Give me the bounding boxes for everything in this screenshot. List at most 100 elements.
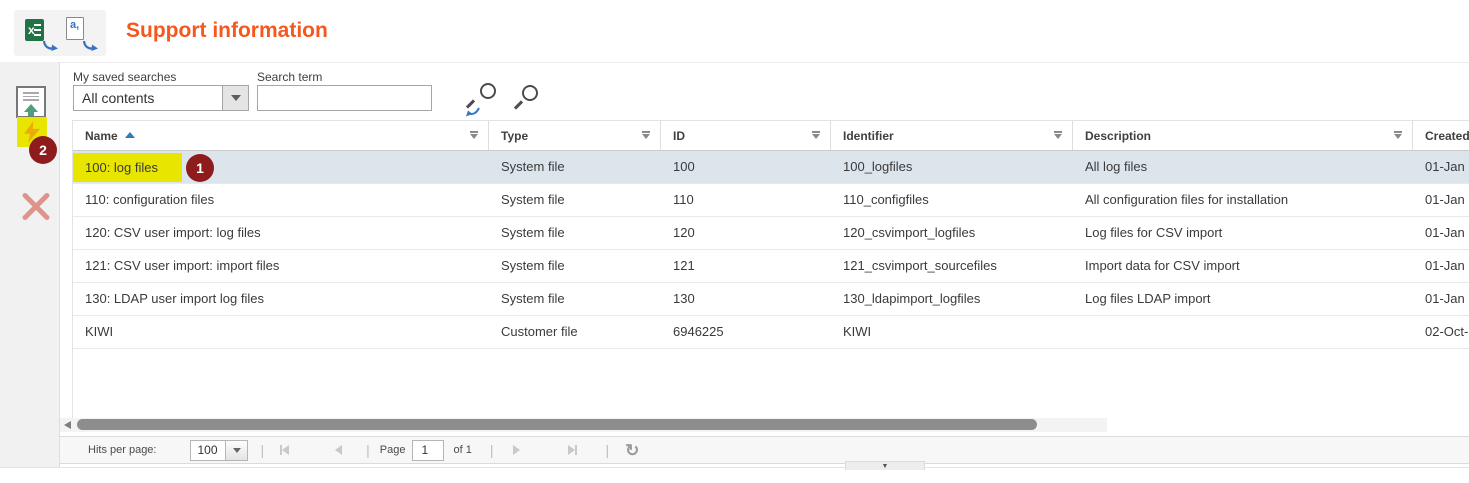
panel-collapse-handle[interactable]: ▼ <box>845 461 925 470</box>
cell-created: 01-Jan <box>1413 250 1469 282</box>
cell-id: 121 <box>661 250 831 282</box>
cell-type: Customer file <box>489 316 661 348</box>
column-header-name[interactable]: Name <box>73 121 489 150</box>
export-toolbar: x a, <box>14 10 106 56</box>
cell-identifier: 120_csvimport_logfiles <box>831 217 1073 249</box>
column-label: Name <box>85 129 118 143</box>
column-label: Identifier <box>843 129 894 143</box>
saved-searches-label: My saved searches <box>73 70 176 84</box>
cell-created: 01-Jan <box>1413 217 1469 249</box>
previous-page-button[interactable] <box>335 445 342 455</box>
cell-name: 120: CSV user import: log files <box>73 217 489 249</box>
separator: | <box>366 442 370 458</box>
annotation-badge-2: 2 <box>29 136 57 164</box>
column-menu-icon[interactable] <box>642 134 650 139</box>
cell-id: 100 <box>661 151 831 183</box>
export-excel-button[interactable]: x <box>25 17 55 49</box>
table-row[interactable]: 100: log filesSystem file100100_logfiles… <box>73 151 1469 184</box>
scrollbar-thumb[interactable] <box>77 419 1037 430</box>
horizontal-scrollbar[interactable] <box>60 418 1107 432</box>
scroll-left-arrow-icon[interactable] <box>64 421 71 429</box>
search-icon <box>522 85 538 101</box>
separator: | <box>490 442 494 458</box>
table-row[interactable]: 121: CSV user import: import filesSystem… <box>73 250 1469 283</box>
page-number-input[interactable] <box>412 440 444 461</box>
hits-per-page-dropdown-button[interactable] <box>226 440 248 461</box>
column-header-type[interactable]: Type <box>489 121 661 150</box>
refresh-button[interactable]: ↻ <box>625 442 639 459</box>
column-header-description[interactable]: Description <box>1073 121 1413 150</box>
saved-searches-dropdown-button[interactable] <box>223 85 249 111</box>
table-row[interactable]: 110: configuration filesSystem file11011… <box>73 184 1469 217</box>
cell-description: Log files LDAP import <box>1073 283 1413 315</box>
paging-toolbar: Hits per page: | | Page of 1 | | ↻ <box>60 436 1469 464</box>
export-arrow-icon <box>43 40 58 51</box>
cell-created: 01-Jan <box>1413 283 1469 315</box>
first-page-button[interactable] <box>280 445 289 455</box>
export-csv-button[interactable]: a, <box>65 17 95 49</box>
cell-name: 100: log files <box>73 151 489 183</box>
column-menu-icon[interactable] <box>1394 134 1402 139</box>
column-header-identifier[interactable]: Identifier <box>831 121 1073 150</box>
excel-icon: x <box>25 19 44 41</box>
last-page-button[interactable] <box>568 445 577 455</box>
hits-per-page-combo <box>190 440 248 461</box>
first-page-icon <box>282 445 289 455</box>
cell-identifier: 130_ldapimport_logfiles <box>831 283 1073 315</box>
search-term-label: Search term <box>257 70 322 84</box>
cell-description: Import data for CSV import <box>1073 250 1413 282</box>
cell-identifier: 110_configfiles <box>831 184 1073 216</box>
reset-search-button[interactable] <box>462 83 498 117</box>
saved-searches-input[interactable] <box>73 85 223 111</box>
csv-file-icon: a, <box>66 17 84 40</box>
cell-created: 01-Jan <box>1413 184 1469 216</box>
column-label: Created <box>1425 129 1469 143</box>
blue-return-arrow-icon <box>466 107 480 117</box>
next-page-button[interactable] <box>513 445 520 455</box>
cell-name: 121: CSV user import: import files <box>73 250 489 282</box>
previous-page-icon <box>335 445 342 455</box>
column-label: ID <box>673 129 685 143</box>
cell-identifier: 121_csvimport_sourcefiles <box>831 250 1073 282</box>
column-menu-icon[interactable] <box>470 134 478 139</box>
cell-description <box>1073 316 1413 348</box>
annotation-highlight-name: 100: log files <box>73 153 182 182</box>
search-button[interactable] <box>514 85 542 115</box>
cell-created: 02-Oct- <box>1413 316 1469 348</box>
separator: | <box>260 442 264 458</box>
topbar: x a, Support information <box>0 0 1469 62</box>
page-title: Support information <box>126 19 328 43</box>
hits-per-page-label: Hits per page: <box>88 444 156 456</box>
cell-identifier: KIWI <box>831 316 1073 348</box>
column-label: Description <box>1085 129 1151 143</box>
cell-name: KIWI <box>73 316 489 348</box>
delete-button[interactable] <box>19 190 53 222</box>
action-sidebar <box>0 62 60 467</box>
column-header-created[interactable]: Created <box>1413 121 1469 150</box>
cell-type: System file <box>489 217 661 249</box>
hits-per-page-input[interactable] <box>190 440 226 461</box>
sort-asc-icon <box>125 132 135 138</box>
cell-description: All configuration files for installation <box>1073 184 1413 216</box>
cell-id: 130 <box>661 283 831 315</box>
annotation-badge-1: 1 <box>186 154 214 182</box>
cell-type: System file <box>489 184 661 216</box>
table-row[interactable]: KIWICustomer file6946225KIWI02-Oct- <box>73 316 1469 349</box>
table-row[interactable]: 130: LDAP user import log filesSystem fi… <box>73 283 1469 316</box>
cell-type: System file <box>489 283 661 315</box>
table-header-row: Name Type ID Identifier Description Created <box>73 121 1469 151</box>
column-header-id[interactable]: ID <box>661 121 831 150</box>
upload-report-button[interactable] <box>16 86 46 118</box>
document-lines-icon <box>23 92 39 94</box>
topbar-divider <box>0 62 1469 63</box>
next-page-icon <box>513 445 520 455</box>
column-menu-icon[interactable] <box>812 134 820 139</box>
search-term-input[interactable] <box>257 85 432 111</box>
chevron-down-icon <box>231 95 241 101</box>
results-grid: Name Type ID Identifier Description Created 1… <box>72 120 1469 420</box>
table-row[interactable]: 120: CSV user import: log filesSystem fi… <box>73 217 1469 250</box>
saved-searches-combo <box>73 85 249 111</box>
cell-id: 6946225 <box>661 316 831 348</box>
cell-created: 01-Jan <box>1413 151 1469 183</box>
column-menu-icon[interactable] <box>1054 134 1062 139</box>
